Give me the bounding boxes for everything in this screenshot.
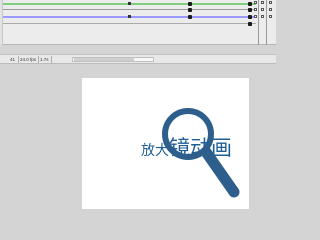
stage-canvas[interactable]: 放大镜动画 (82, 78, 249, 209)
timeline-layer-2[interactable] (0, 7, 276, 13)
lock-icon[interactable] (261, 1, 264, 4)
timeline-panel (0, 0, 276, 45)
outline-icon[interactable] (269, 15, 272, 18)
timeline-status-bar: 41 24.0 fps 1.7s (0, 54, 276, 64)
frame-rate: 24.0 fps (20, 57, 37, 62)
outline-icon[interactable] (269, 8, 272, 11)
current-frame: 41 (10, 57, 16, 62)
timeline-column-divider (258, 0, 259, 45)
lock-icon[interactable] (261, 8, 264, 11)
elapsed-time: 1.7s (40, 57, 49, 62)
timeline-scrollbar-thumb[interactable] (74, 58, 134, 61)
outline-icon[interactable] (269, 1, 272, 4)
status-separator (51, 56, 52, 63)
timeline-column-divider (266, 0, 267, 45)
timeline-layer-3[interactable] (0, 14, 276, 20)
status-separator (18, 56, 19, 63)
timeline-layer-4[interactable] (0, 21, 276, 27)
keyframe-icon[interactable] (254, 1, 257, 4)
lock-icon[interactable] (261, 15, 264, 18)
keyframe-icon[interactable] (254, 8, 257, 11)
timeline-scrollbar[interactable] (72, 57, 154, 62)
status-separator (38, 56, 39, 63)
keyframe-icon[interactable] (254, 15, 257, 18)
magnifier-icon[interactable] (82, 78, 249, 209)
